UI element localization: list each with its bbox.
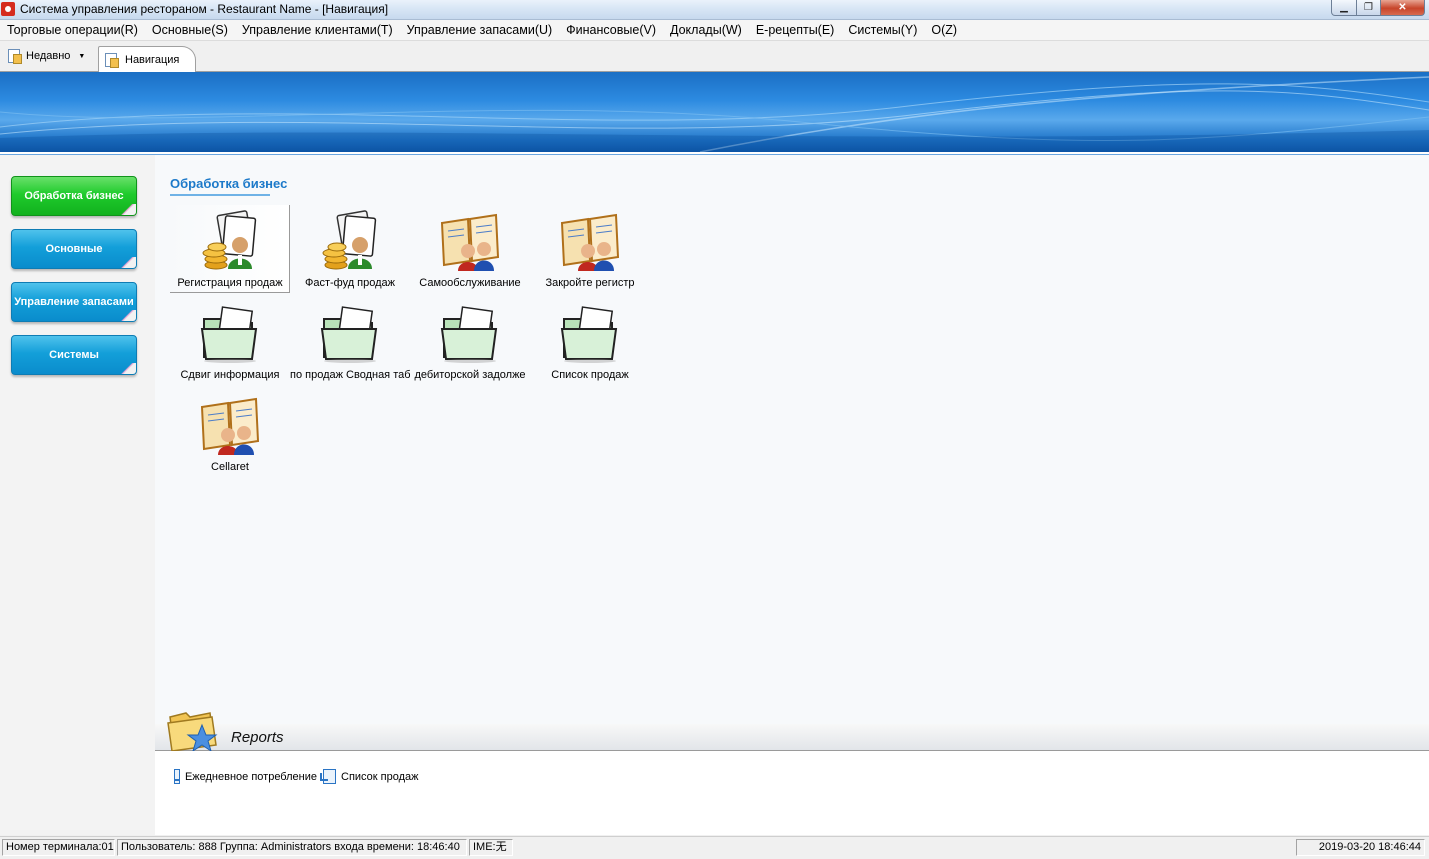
tab-strip: Недавно ▼ Навигация [0, 41, 1429, 72]
tile-shift-info[interactable]: Сдвиг информация [170, 297, 290, 385]
status-ime: IME:无 [469, 839, 513, 856]
page-curl-decoration [117, 310, 136, 321]
report-link-label: Список продаж [341, 770, 419, 783]
tile-label: Регистрация продаж [177, 277, 283, 289]
tile-sales-list[interactable]: Список продаж [530, 297, 650, 385]
folder-icon [560, 306, 618, 363]
tile-sales-summary[interactable]: по продаж Сводная табл [290, 297, 410, 385]
menu-financial[interactable]: Финансовые(V) [559, 20, 663, 40]
minimize-button[interactable]: ▁ [1331, 0, 1357, 16]
sidebar-item-business-processing[interactable]: Обработка бизнес [11, 176, 137, 216]
menu-reports[interactable]: Доклады(W) [663, 20, 749, 40]
status-terminal: Номер терминала:01 [2, 839, 115, 856]
book-people-icon [200, 397, 260, 455]
tile-self-service[interactable]: Самообслуживание [410, 205, 530, 293]
report-link-daily-consumption[interactable]: Ежедневное потребление [174, 769, 317, 784]
reports-title: Reports [231, 729, 284, 746]
page-curl-decoration [117, 204, 136, 215]
status-user: Пользователь: 888 Группа: Administrators… [117, 839, 467, 856]
menu-o[interactable]: O(Z) [924, 20, 964, 40]
menu-inventory-management[interactable]: Управление запасами(U) [400, 20, 560, 40]
folder-icon [320, 306, 378, 363]
header-banner [0, 72, 1429, 152]
reports-folder-star-icon [167, 712, 218, 753]
maximize-button[interactable]: ❐ [1357, 0, 1381, 16]
report-icon [174, 769, 180, 784]
sidebar-item-label: Управление запасами [14, 296, 134, 308]
recent-label: Недавно [26, 50, 71, 62]
title-bar: Система управления рестораном - Restaura… [0, 0, 1429, 20]
tile-label: Закройте регистр [545, 277, 635, 289]
tile-label: Фаст-фуд продаж [304, 277, 396, 289]
report-link-sales-list[interactable]: Список продаж [320, 769, 419, 784]
recent-dropdown[interactable]: Недавно ▼ [8, 49, 86, 64]
cashier-coins-icon [322, 210, 377, 270]
menu-basic[interactable]: Основные(S) [145, 20, 235, 40]
tile-label: по продаж Сводная табл [290, 369, 410, 381]
folder-icon [200, 306, 258, 363]
tile-fast-food-sales[interactable]: Фаст-фуд продаж [290, 205, 410, 293]
app-icon [1, 2, 15, 16]
navigation-document-icon [105, 52, 119, 68]
window-controls: ▁ ❐ ✕ [1331, 0, 1425, 16]
close-button[interactable]: ✕ [1381, 0, 1425, 16]
tile-label: дебиторской задолже [414, 369, 526, 381]
report-icon [320, 769, 336, 784]
tile-label: Список продаж [551, 369, 629, 381]
sidebar-item-systems[interactable]: Системы [11, 335, 137, 375]
menu-e-recipes[interactable]: E-рецепты(E) [749, 20, 842, 40]
sidebar: Обработка бизнес Основные Управление зап… [0, 155, 155, 835]
cashier-coins-icon [202, 210, 257, 270]
sidebar-item-basic[interactable]: Основные [11, 229, 137, 269]
sidebar-item-label: Основные [45, 243, 103, 255]
status-datetime: 2019-03-20 18:46:44 [1296, 839, 1425, 856]
menu-bar: Торговые операции(R) Основные(S) Управле… [0, 20, 1429, 41]
recent-document-icon [8, 49, 22, 64]
chevron-down-icon: ▼ [78, 52, 86, 60]
tile-label: Самообслуживание [419, 277, 521, 289]
book-people-icon [560, 213, 620, 271]
sidebar-item-label: Обработка бизнес [24, 190, 124, 202]
tab-navigation[interactable]: Навигация [98, 46, 196, 72]
tile-sales-registration[interactable]: Регистрация продаж [170, 205, 290, 293]
page-curl-decoration [117, 257, 136, 268]
tile-close-register[interactable]: Закройте регистр [530, 205, 650, 293]
page-curl-decoration [117, 363, 136, 374]
folder-icon [440, 306, 498, 363]
menu-customer-management[interactable]: Управление клиентами(T) [235, 20, 400, 40]
window-title: Система управления рестораном - Restaura… [20, 2, 389, 16]
section-title-underline [170, 194, 270, 196]
book-people-icon [440, 213, 500, 271]
reports-panel [155, 751, 1429, 835]
tile-label: Сдвиг информация [180, 369, 280, 381]
banner-waves [0, 76, 1429, 152]
sidebar-item-inventory[interactable]: Управление запасами [11, 282, 137, 322]
tile-receivables[interactable]: дебиторской задолже [410, 297, 530, 385]
tile-label: Cellaret [211, 461, 249, 473]
menu-systems[interactable]: Системы(Y) [841, 20, 924, 40]
menu-trade-operations[interactable]: Торговые операции(R) [0, 20, 145, 40]
sidebar-item-label: Системы [49, 349, 99, 361]
reports-header-bar [155, 724, 1429, 751]
report-link-label: Ежедневное потребление [184, 770, 317, 783]
tab-navigation-label: Навигация [125, 53, 180, 66]
tile-cellaret[interactable]: Cellaret [170, 389, 290, 477]
status-bar: Номер терминала:01 Пользователь: 888 Гру… [0, 836, 1429, 859]
section-title: Обработка бизнес [170, 176, 288, 191]
